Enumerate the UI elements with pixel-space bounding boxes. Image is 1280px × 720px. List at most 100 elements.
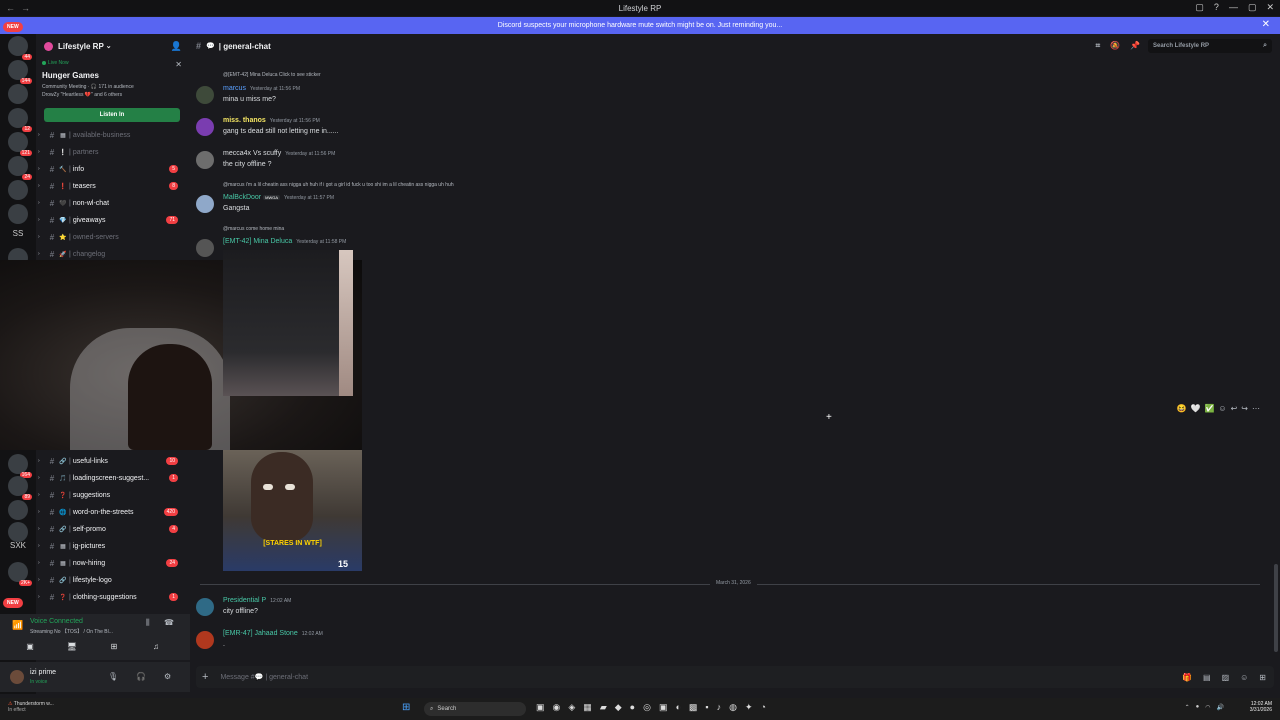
chrome-icon[interactable]: ◉: [553, 702, 561, 713]
server-icon[interactable]: [8, 204, 28, 224]
edge-icon[interactable]: ◐: [675, 702, 680, 713]
disconnect-icon[interactable]: ☎: [164, 618, 174, 627]
steam-icon[interactable]: ◍: [729, 702, 737, 713]
reply-preview[interactable]: @[EMT-42] Mina Deluca Click to see stick…: [223, 72, 321, 78]
close-icon[interactable]: ✕: [175, 60, 182, 69]
channel-clothing-suggestions[interactable]: › # ❓ | clothing-suggestions 1: [36, 590, 186, 604]
reply-preview[interactable]: @marcus come home mina: [223, 226, 284, 232]
channel-loadingscreen-suggest[interactable]: › # 🎵 | loadingscreen-suggest... 1: [36, 471, 186, 485]
message-author[interactable]: marcus Yesterday at 11:56 PM: [223, 85, 300, 92]
avatar[interactable]: [10, 670, 24, 684]
nav-arrows[interactable]: ←→: [6, 3, 36, 13]
tray-app-icon[interactable]: ●: [1196, 704, 1200, 711]
app-icon[interactable]: ▩: [689, 702, 698, 713]
wifi-icon[interactable]: ◠: [1205, 704, 1210, 711]
server-text-icon[interactable]: SS: [8, 224, 28, 244]
app-icon[interactable]: ▪: [705, 702, 708, 713]
server-icon[interactable]: 121: [8, 132, 32, 156]
reply-icon[interactable]: ↩: [1231, 404, 1238, 413]
app-icon[interactable]: ▣: [659, 702, 668, 713]
forward-icon[interactable]: ↪: [1241, 404, 1248, 413]
app-icon[interactable]: ●: [630, 702, 635, 713]
avatar[interactable]: [196, 151, 214, 169]
channel-giveaways[interactable]: › # 💎 | giveaways 71: [36, 213, 186, 227]
image-attachment[interactable]: [223, 250, 353, 396]
volume-icon[interactable]: 🔊: [1217, 704, 1224, 711]
message-author[interactable]: [EMR-47] Jahaad Stone 12:02 AM: [223, 630, 323, 637]
clock[interactable]: 12:02 AM 3/31/2026: [1250, 701, 1272, 713]
reply-preview[interactable]: @marcus i'm a lil cheatin ass nigga uh h…: [223, 182, 454, 188]
gift-icon[interactable]: 🎁: [1182, 673, 1192, 682]
search-input[interactable]: Search Lifestyle RP ⌕: [1148, 39, 1272, 53]
message-author[interactable]: miss. thanos Yesterday at 11:56 PM: [223, 117, 320, 124]
server-icon[interactable]: 44: [8, 36, 32, 60]
app-icon[interactable]: ◔: [761, 702, 766, 713]
server-icon[interactable]: 24: [8, 156, 32, 180]
headphones-icon[interactable]: 🎧: [136, 672, 146, 681]
weather-widget[interactable]: ⚠ Thunderstorm w... In effect: [8, 701, 54, 713]
server-icon[interactable]: 12: [8, 108, 32, 132]
noise-suppression-icon[interactable]: ⫼: [146, 618, 150, 628]
task-view-icon[interactable]: ▣: [536, 702, 545, 713]
channel-changelog[interactable]: › # 🚀 | changelog: [36, 247, 186, 261]
maximize-button[interactable]: ▢: [1248, 2, 1257, 13]
avatar[interactable]: [196, 598, 214, 616]
camera-off-icon[interactable]: ▣: [18, 642, 42, 656]
server-text-icon[interactable]: SXK: [8, 536, 28, 556]
add-reaction-icon[interactable]: ☺: [1218, 404, 1226, 413]
attach-plus-icon[interactable]: +: [202, 671, 208, 683]
channel-useful-links[interactable]: › # 🔗 | useful-links 10: [36, 454, 186, 468]
server-icon[interactable]: 2K+: [8, 562, 32, 586]
channel-lifestyle-logo[interactable]: › # 🔗 | lifestyle-logo: [36, 573, 186, 587]
inbox-icon[interactable]: ▢: [1195, 2, 1204, 13]
soundboard-icon[interactable]: ♫: [144, 642, 168, 656]
avatar[interactable]: [196, 631, 214, 649]
channel-partners[interactable]: › # ❕ | partners: [36, 145, 186, 159]
add-user-icon[interactable]: 👤: [171, 41, 182, 52]
emoji-icon[interactable]: ☺: [1240, 673, 1248, 682]
minimize-button[interactable]: —: [1229, 2, 1238, 13]
app-icon[interactable]: ◎: [643, 702, 651, 713]
chevron-up-icon[interactable]: ⌃: [1185, 704, 1190, 711]
message-input[interactable]: + Message #💬 | general-chat 🎁 ▤ ▨ ☺ ⊞: [196, 666, 1274, 688]
guild-header[interactable]: Lifestyle RP ⌄ 👤: [36, 34, 190, 58]
avatar[interactable]: [196, 195, 214, 213]
folder-icon[interactable]: ▰: [600, 702, 607, 713]
channel-ig-pictures[interactable]: › # ▦ | ig-pictures: [36, 539, 186, 553]
scrollbar[interactable]: [1274, 564, 1278, 652]
tiktok-icon[interactable]: ♪: [717, 702, 722, 713]
avatar[interactable]: [196, 239, 214, 257]
channel-available-business[interactable]: › # ▦ | available-business: [36, 128, 186, 142]
more-options-icon[interactable]: ⋯: [1252, 404, 1260, 413]
notification-bell-icon[interactable]: 🔕: [1110, 41, 1120, 51]
channel-now-hiring[interactable]: › # ▦ | now-hiring 24: [36, 556, 186, 570]
server-icon[interactable]: 144: [8, 60, 32, 84]
close-window-button[interactable]: ✕: [1266, 2, 1274, 13]
server-icon[interactable]: [8, 84, 28, 104]
discord-icon[interactable]: ◈: [568, 702, 575, 713]
gear-icon[interactable]: ⚙: [164, 672, 171, 681]
threads-icon[interactable]: ⌗: [1096, 41, 1101, 51]
meme-image[interactable]: [STARES IN WTF] 15: [223, 450, 362, 571]
help-icon[interactable]: ?: [1214, 2, 1219, 13]
channel-non-wl-chat[interactable]: › # 🖤 | non-wl-chat: [36, 196, 186, 210]
check-reaction-icon[interactable]: ✅: [1204, 404, 1214, 413]
apps-icon[interactable]: ⊞: [1259, 673, 1266, 682]
channel-suggestions[interactable]: › # ❓ | suggestions: [36, 488, 186, 502]
server-icon[interactable]: [8, 180, 28, 200]
message-author[interactable]: mecca4x Vs scuffy Yesterday at 11:56 PM: [223, 150, 335, 157]
mic-icon[interactable]: 🎙: [108, 672, 118, 681]
close-notice-icon[interactable]: ✕: [1262, 19, 1270, 30]
avatar[interactable]: [196, 86, 214, 104]
heart-reaction-icon[interactable]: 🤍: [1190, 404, 1200, 413]
gif-icon[interactable]: ▤: [1203, 673, 1211, 682]
sticker-icon[interactable]: ▨: [1222, 673, 1230, 682]
server-icon[interactable]: 164: [8, 454, 32, 478]
avatar[interactable]: [196, 118, 214, 136]
server-icon[interactable]: [8, 500, 28, 520]
laugh-reaction-icon[interactable]: 😆: [1177, 404, 1187, 413]
message-author[interactable]: MalBckDoor MWGA Yesterday at 11:57 PM: [223, 194, 334, 201]
windows-start-icon[interactable]: ⊞: [402, 702, 410, 713]
listen-in-button[interactable]: Listen In: [44, 108, 180, 122]
store-icon[interactable]: ▦: [583, 702, 592, 713]
